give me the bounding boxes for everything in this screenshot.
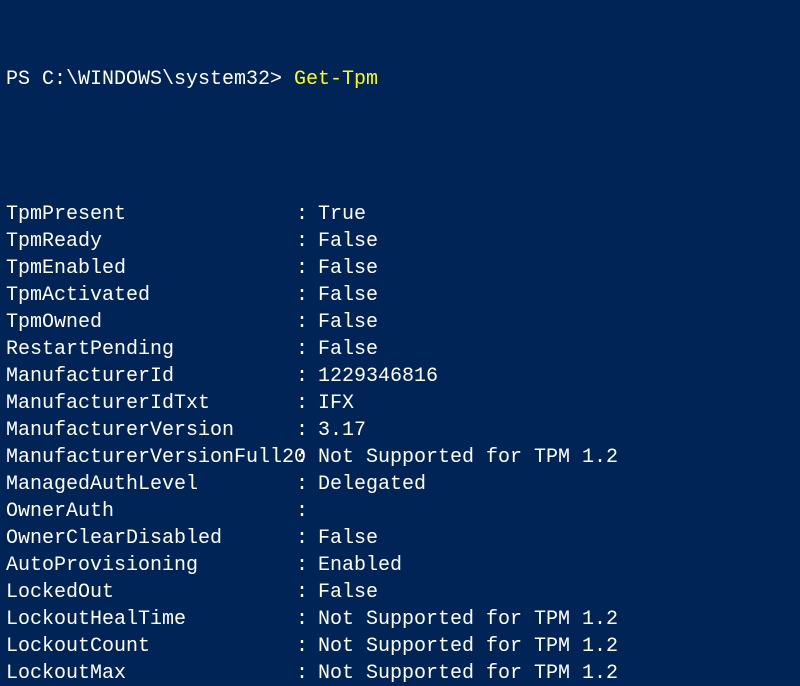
output-colon: : — [296, 417, 318, 444]
output-value: False — [318, 255, 378, 282]
prompt-line: PS C:\WINDOWS\system32> Get-Tpm — [6, 66, 794, 93]
output-colon: : — [296, 471, 318, 498]
output-row: TpmEnabled:False — [6, 255, 794, 282]
output-colon: : — [296, 390, 318, 417]
output-key: TpmReady — [6, 228, 296, 255]
command-output: TpmPresent:TrueTpmReady:FalseTpmEnabled:… — [6, 201, 794, 686]
output-key: ManufacturerId — [6, 363, 296, 390]
output-value: Enabled — [318, 552, 402, 579]
output-row: RestartPending:False — [6, 336, 794, 363]
output-row: TpmOwned:False — [6, 309, 794, 336]
output-row: LockoutCount:Not Supported for TPM 1.2 — [6, 633, 794, 660]
output-row: ManufacturerVersionFull20:Not Supported … — [6, 444, 794, 471]
output-colon: : — [296, 552, 318, 579]
output-key: OwnerClearDisabled — [6, 525, 296, 552]
output-value: False — [318, 336, 378, 363]
powershell-terminal[interactable]: PS C:\WINDOWS\system32> Get-Tpm TpmPrese… — [0, 0, 800, 686]
output-key: RestartPending — [6, 336, 296, 363]
output-key: ManufacturerVersion — [6, 417, 296, 444]
output-key: OwnerAuth — [6, 498, 296, 525]
output-row: ManagedAuthLevel:Delegated — [6, 471, 794, 498]
output-colon: : — [296, 228, 318, 255]
output-value: Not Supported for TPM 1.2 — [318, 444, 618, 471]
output-key: AutoProvisioning — [6, 552, 296, 579]
output-key: TpmPresent — [6, 201, 296, 228]
output-key: ManufacturerVersionFull20 — [6, 444, 296, 471]
output-row: ManufacturerVersion:3.17 — [6, 417, 794, 444]
output-colon: : — [296, 498, 318, 525]
output-colon: : — [296, 282, 318, 309]
output-key: LockoutMax — [6, 660, 296, 686]
output-key: LockoutHealTime — [6, 606, 296, 633]
output-colon: : — [296, 363, 318, 390]
output-value: Not Supported for TPM 1.2 — [318, 633, 618, 660]
output-row: ManufacturerIdTxt:IFX — [6, 390, 794, 417]
output-key: ManufacturerIdTxt — [6, 390, 296, 417]
output-value: False — [318, 282, 378, 309]
output-value: Not Supported for TPM 1.2 — [318, 660, 618, 686]
output-key: LockedOut — [6, 579, 296, 606]
output-value: False — [318, 579, 378, 606]
output-colon: : — [296, 633, 318, 660]
output-row: AutoProvisioning:Enabled — [6, 552, 794, 579]
output-value: Not Supported for TPM 1.2 — [318, 606, 618, 633]
output-row: OwnerClearDisabled:False — [6, 525, 794, 552]
output-value: 3.17 — [318, 417, 366, 444]
output-key: LockoutCount — [6, 633, 296, 660]
output-row: TpmReady:False — [6, 228, 794, 255]
output-row: TpmPresent:True — [6, 201, 794, 228]
output-colon: : — [296, 444, 318, 471]
output-colon: : — [296, 579, 318, 606]
output-value: True — [318, 201, 366, 228]
output-colon: : — [296, 336, 318, 363]
output-colon: : — [296, 606, 318, 633]
output-value: Delegated — [318, 471, 426, 498]
output-row: ManufacturerId:1229346816 — [6, 363, 794, 390]
output-row: LockedOut:False — [6, 579, 794, 606]
output-key: TpmActivated — [6, 282, 296, 309]
output-row: LockoutHealTime:Not Supported for TPM 1.… — [6, 606, 794, 633]
output-row: TpmActivated:False — [6, 282, 794, 309]
output-value: False — [318, 309, 378, 336]
output-colon: : — [296, 255, 318, 282]
output-value: False — [318, 228, 378, 255]
command-text: Get-Tpm — [294, 68, 378, 91]
output-colon: : — [296, 660, 318, 686]
output-value: False — [318, 525, 378, 552]
output-key: TpmEnabled — [6, 255, 296, 282]
output-value: IFX — [318, 390, 354, 417]
output-value: 1229346816 — [318, 363, 438, 390]
output-row: LockoutMax:Not Supported for TPM 1.2 — [6, 660, 794, 686]
output-colon: : — [296, 525, 318, 552]
output-key: TpmOwned — [6, 309, 296, 336]
prompt-prefix: PS C:\WINDOWS\system32> — [6, 68, 294, 91]
output-row: OwnerAuth: — [6, 498, 794, 525]
output-colon: : — [296, 201, 318, 228]
output-colon: : — [296, 309, 318, 336]
output-key: ManagedAuthLevel — [6, 471, 296, 498]
